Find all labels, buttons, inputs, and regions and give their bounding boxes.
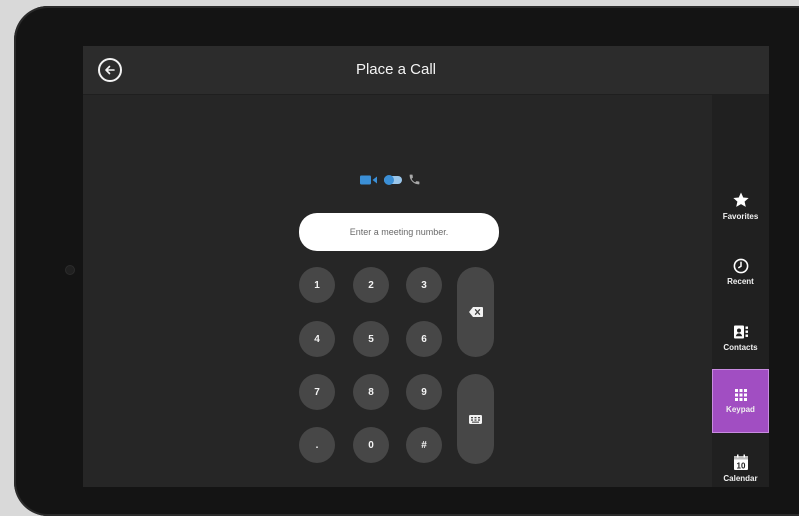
key-8[interactable]: 8 [353, 374, 389, 410]
keyboard-icon [469, 414, 482, 424]
phone-icon [409, 174, 420, 185]
sidebar-item-keypad[interactable]: Keypad [712, 369, 769, 433]
meeting-number-input[interactable] [299, 213, 499, 251]
page-title: Place a Call [355, 61, 437, 78]
key-3[interactable]: 3 [406, 267, 442, 303]
sidebar-item-label: Calendar [723, 473, 758, 483]
sidebar-item-contacts[interactable]: Contacts [712, 306, 769, 370]
key-0[interactable]: 0 [353, 427, 389, 463]
sidebar-item-label: Recent [727, 277, 754, 286]
sidebar-item-label: Contacts [723, 343, 758, 352]
toggle-switch-icon[interactable] [384, 174, 402, 185]
key-4[interactable]: 4 [299, 321, 335, 357]
app-screen: Place a Call 1 2 3 4 5 6 7 8 9 . 0 # [83, 46, 769, 487]
header-bar: Place a Call [83, 46, 769, 95]
backspace-icon [468, 307, 483, 317]
video-camera-icon [360, 175, 377, 184]
star-icon [732, 192, 749, 207]
sidebar-item-label: Favorites [722, 212, 759, 221]
key-hash[interactable]: # [406, 427, 442, 463]
key-7[interactable]: 7 [299, 374, 335, 410]
keypad-icon [734, 389, 747, 401]
front-camera [65, 265, 75, 275]
contact-card-icon [733, 325, 748, 339]
calendar-day-number: 10 [736, 461, 745, 470]
key-6[interactable]: 6 [406, 321, 442, 357]
dialer-panel: 1 2 3 4 5 6 7 8 9 . 0 # [83, 95, 709, 487]
keyboard-button[interactable] [457, 374, 494, 464]
sidebar-nav: Favorites Recent Contacts Keypad 10 Cale… [712, 95, 769, 487]
clock-icon [733, 258, 748, 274]
key-2[interactable]: 2 [353, 267, 389, 303]
key-1[interactable]: 1 [299, 267, 335, 303]
sidebar-item-calendar[interactable]: 10 Calendar [712, 436, 769, 487]
key-dot[interactable]: . [299, 427, 335, 463]
backspace-button[interactable] [457, 267, 494, 357]
sidebar-item-favorites[interactable]: Favorites [712, 174, 769, 238]
call-mode-toggle[interactable] [360, 173, 421, 186]
key-9[interactable]: 9 [406, 374, 442, 410]
calendar-icon: 10 [733, 454, 748, 470]
key-5[interactable]: 5 [353, 321, 389, 357]
sidebar-item-label: Keypad [726, 405, 755, 414]
sidebar-item-recent[interactable]: Recent [712, 240, 769, 304]
